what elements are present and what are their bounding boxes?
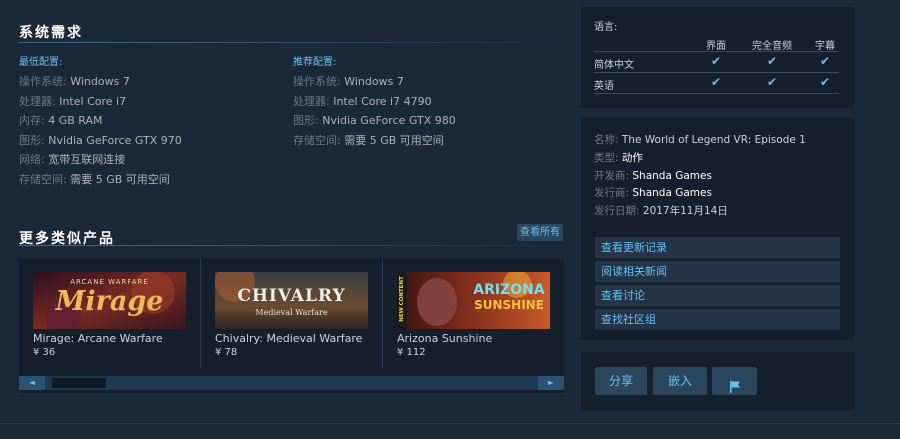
sysreq-recommended: 推荐配置: 操作系统: Windows 7 处理器: Intel Core i7…: [293, 53, 456, 150]
sysreq-min-row: 处理器: Intel Core i7: [19, 94, 127, 108]
flag-icon: [729, 375, 741, 403]
details-panel: 名称: The World of Legend VR: Episode 1 类型…: [581, 118, 854, 340]
view-discussions-link[interactable]: 查看讨论: [595, 285, 840, 306]
language-name: 英语: [594, 81, 614, 92]
similar-item-arizona[interactable]: NEW CONTENT ARIZONA SUNSHINE Arizona Sun…: [383, 258, 563, 368]
main-column: 系统需求 最低配置: 操作系统: Windows 7 处理器: Intel Co…: [0, 0, 570, 439]
check-icon: ✔: [710, 54, 722, 68]
arizona-art-subtitle: SUNSHINE: [474, 298, 544, 312]
chivalry-art-title: CHIVALRY: [237, 286, 346, 306]
check-icon: ✔: [766, 54, 778, 68]
view-update-history-link[interactable]: 查看更新记录: [595, 237, 840, 258]
language-row: 简体中文 ✔ ✔ ✔: [594, 51, 839, 72]
language-panel: 语言: 界面 完全音频 字幕 简体中文 ✔ ✔ ✔ 英语 ✔ ✔ ✔: [581, 7, 854, 108]
check-icon: ✔: [819, 75, 831, 89]
mirage-art-title: Mirage: [55, 286, 164, 317]
read-news-link[interactable]: 阅读相关新闻: [595, 261, 840, 282]
sysreq-min-row: 网络: 宽带互联网连接: [19, 153, 126, 167]
similar-item-chivalry[interactable]: CHIVALRY Medieval Warfare Chivalry: Medi…: [201, 258, 381, 368]
sysreq-min-row: 内存: 4 GB RAM: [19, 114, 103, 128]
sysreq-title: 系统需求: [19, 25, 83, 41]
sysreq-rec-row: 图形: Nvidia GeForce GTX 980: [293, 114, 456, 128]
share-panel: 分享 嵌入: [581, 352, 854, 410]
view-all-button[interactable]: 查看所有: [517, 224, 563, 241]
detail-name: 名称: The World of Legend VR: Episode 1: [594, 134, 806, 146]
column-full-audio: 完全音频: [752, 41, 792, 52]
similar-divider: [19, 245, 564, 246]
sysreq-rec-row: 处理器: Intel Core i7 4790: [293, 94, 432, 108]
chivalry-art-subtitle: Medieval Warfare: [255, 308, 328, 317]
similar-carousel: ARCANE WARFARE Mirage Mirage: Arcane War…: [19, 258, 564, 393]
sysreq-rec-heading: 推荐配置:: [293, 57, 337, 68]
genre-link[interactable]: 动作: [622, 152, 643, 164]
similar-item-price: ¥ 78: [215, 347, 238, 358]
carousel-scrollbar[interactable]: ◄ ►: [19, 376, 564, 390]
publisher-link[interactable]: Shanda Games: [632, 187, 712, 199]
detail-developer: 开发商: Shanda Games: [594, 170, 712, 182]
sysreq-min-row: 存储空间: 需要 5 GB 可用空间: [19, 172, 170, 186]
language-table-divider: [594, 93, 839, 94]
check-icon: ✔: [819, 54, 831, 68]
sysreq-divider: [19, 42, 564, 43]
sysreq-min-heading: 最低配置:: [19, 57, 63, 68]
sysreq-rec-row: 存储空间: 需要 5 GB 可用空间: [293, 133, 444, 147]
arizona-art-title: ARIZONA: [473, 282, 545, 298]
language-header-row: 界面 完全音频 字幕: [594, 37, 839, 52]
scroll-thumb[interactable]: [52, 378, 106, 388]
similar-item-title[interactable]: Mirage: Arcane Warfare: [33, 332, 163, 345]
similar-item-title[interactable]: Arizona Sunshine: [397, 332, 492, 345]
mirage-art-subtitle: ARCANE WARFARE: [70, 278, 149, 286]
column-interface: 界面: [706, 41, 726, 52]
arizona-capsule-image[interactable]: NEW CONTENT ARIZONA SUNSHINE: [397, 272, 550, 329]
similar-item-mirage[interactable]: ARCANE WARFARE Mirage Mirage: Arcane War…: [19, 258, 199, 368]
similar-item-title[interactable]: Chivalry: Medieval Warfare: [215, 332, 362, 345]
sysreq-min-row: 操作系统: Windows 7: [19, 75, 130, 88]
sysreq-min-row: 图形: Nvidia GeForce GTX 970: [19, 133, 182, 147]
language-name: 简体中文: [594, 60, 634, 71]
mirage-capsule-image[interactable]: ARCANE WARFARE Mirage: [33, 272, 186, 329]
scroll-right-icon[interactable]: ►: [538, 376, 564, 390]
detail-release-date: 发行日期: 2017年11月14日: [594, 205, 728, 217]
chivalry-capsule-image[interactable]: CHIVALRY Medieval Warfare: [215, 272, 368, 329]
report-button[interactable]: [712, 367, 757, 395]
new-content-badge: NEW CONTENT: [399, 276, 405, 322]
check-icon: ✔: [766, 75, 778, 89]
column-subtitles: 字幕: [815, 41, 835, 52]
find-community-groups-link[interactable]: 查找社区组: [595, 309, 840, 330]
detail-genre: 类型: 动作: [594, 152, 643, 164]
similar-item-price: ¥ 36: [33, 347, 56, 358]
sysreq-minimum: 最低配置: 操作系统: Windows 7 处理器: Intel Core i7…: [19, 53, 182, 190]
embed-button[interactable]: 嵌入: [653, 367, 707, 395]
sysreq-rec-row: 操作系统: Windows 7: [293, 75, 404, 88]
similar-item-price: ¥ 112: [397, 347, 426, 358]
footer-divider: [0, 423, 900, 424]
detail-publisher: 发行商: Shanda Games: [594, 187, 712, 199]
scroll-left-icon[interactable]: ◄: [19, 376, 45, 390]
language-label: 语言:: [594, 22, 618, 33]
language-row: 英语 ✔ ✔ ✔: [594, 72, 839, 93]
check-icon: ✔: [710, 75, 722, 89]
language-table: 界面 完全音频 字幕 简体中文 ✔ ✔ ✔ 英语 ✔ ✔ ✔: [594, 37, 839, 94]
share-button[interactable]: 分享: [595, 367, 647, 395]
developer-link[interactable]: Shanda Games: [632, 170, 712, 182]
